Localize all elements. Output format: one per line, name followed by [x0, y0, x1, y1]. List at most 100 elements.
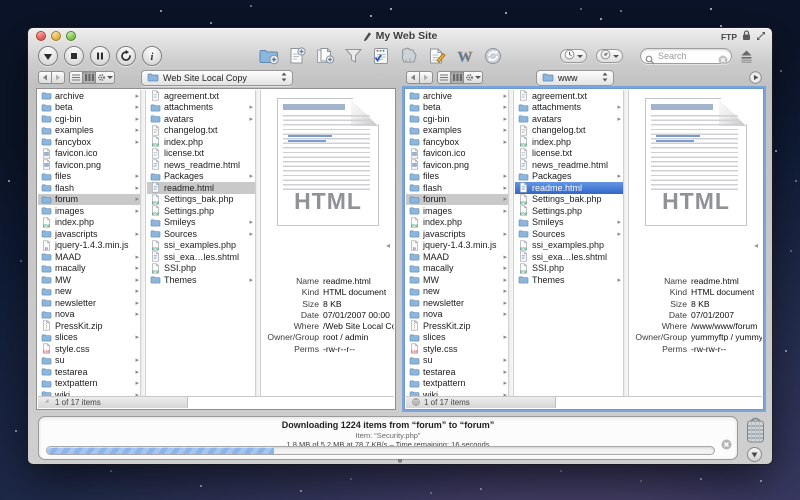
- file-row-flash[interactable]: flash▸: [406, 182, 509, 194]
- file-row-forum[interactable]: forum▸: [38, 194, 141, 206]
- file-row-textpattern[interactable]: textpattern▸: [38, 378, 141, 390]
- file-row-sources[interactable]: Sources▸: [515, 228, 623, 240]
- play-button[interactable]: [749, 71, 762, 89]
- file-row-mw[interactable]: MW▸: [38, 274, 141, 286]
- queue-basket-icon[interactable]: [745, 417, 766, 449]
- action-menu-button[interactable]: [463, 71, 483, 84]
- column-view-button[interactable]: [450, 71, 464, 84]
- column-scrollbar[interactable]: [140, 90, 146, 396]
- back-button[interactable]: [38, 71, 52, 84]
- file-row-presskit-zip[interactable]: PressKit.zip: [38, 320, 141, 332]
- file-row-index-php[interactable]: phpindex.php: [406, 217, 509, 229]
- file-row-newsletter[interactable]: newsletter▸: [38, 297, 141, 309]
- cancel-transfer-button[interactable]: [721, 437, 732, 455]
- file-row-newsletter[interactable]: newsletter▸: [406, 297, 509, 309]
- filter-icon[interactable]: [341, 46, 364, 66]
- file-row-fancybox[interactable]: fancybox▸: [406, 136, 509, 148]
- action-menu-button[interactable]: [95, 71, 115, 84]
- sync-icon[interactable]: [481, 46, 504, 66]
- file-row-nova[interactable]: nova▸: [38, 309, 141, 321]
- refresh-button[interactable]: [116, 46, 136, 66]
- file-row-packages[interactable]: Packages▸: [147, 171, 255, 183]
- file-row-files[interactable]: files▸: [406, 171, 509, 183]
- file-row-license-txt[interactable]: license.txt: [147, 148, 255, 160]
- toggle-queue-button[interactable]: [747, 447, 762, 462]
- file-row-smileys[interactable]: Smileys▸: [515, 217, 623, 229]
- file-row-changelog-txt[interactable]: changelog.txt: [515, 125, 623, 137]
- file-row-favicon-ico[interactable]: favicon.ico: [38, 148, 141, 160]
- collapse-column-icon[interactable]: ◂: [754, 240, 761, 252]
- file-row-testarea[interactable]: testarea▸: [406, 366, 509, 378]
- file-row-readme-html[interactable]: readme.html: [147, 182, 255, 194]
- file-row-themes[interactable]: Themes▸: [515, 274, 623, 286]
- file-row-maad[interactable]: MAAD▸: [38, 251, 141, 263]
- file-row-favicon-png[interactable]: favicon.png: [38, 159, 141, 171]
- file-row-testarea[interactable]: testarea▸: [38, 366, 141, 378]
- file-row-index-php[interactable]: phpindex.php: [38, 217, 141, 229]
- new-file-icon[interactable]: [285, 46, 308, 66]
- file-row-maad[interactable]: MAAD▸: [406, 251, 509, 263]
- file-row-javascripts[interactable]: javascripts▸: [38, 228, 141, 240]
- file-row-index-php[interactable]: phpindex.php: [147, 136, 255, 148]
- file-row-favicon-ico[interactable]: favicon.ico: [406, 148, 509, 160]
- titlebar[interactable]: My Web Site FTP: [28, 28, 772, 44]
- file-row-jquery-1-4-3-min-js[interactable]: jsjquery-1.4.3.min.js: [38, 240, 141, 252]
- file-row-changelog-txt[interactable]: changelog.txt: [147, 125, 255, 137]
- edit-file-icon[interactable]: [425, 46, 448, 66]
- back-button[interactable]: [406, 71, 420, 84]
- file-row-wiki[interactable]: wiki▸: [406, 389, 509, 396]
- file-row-files[interactable]: files▸: [38, 171, 141, 183]
- file-row-cgi-bin[interactable]: cgi-bin▸: [406, 113, 509, 125]
- tasks-icon[interactable]: [369, 46, 392, 66]
- file-row-new[interactable]: new▸: [38, 286, 141, 298]
- new-folder-icon[interactable]: [257, 46, 280, 66]
- file-row-avatars[interactable]: avatars▸: [515, 113, 623, 125]
- file-row-beta[interactable]: beta▸: [38, 102, 141, 114]
- file-row-presskit-zip[interactable]: PressKit.zip: [406, 320, 509, 332]
- forward-button[interactable]: [419, 71, 433, 84]
- stop-button[interactable]: [64, 46, 84, 66]
- search-input[interactable]: [658, 50, 716, 62]
- window-resize-dimple[interactable]: [398, 459, 402, 463]
- file-row-favicon-png[interactable]: favicon.png: [406, 159, 509, 171]
- list-view-button[interactable]: [437, 71, 451, 84]
- file-row-attachments[interactable]: attachments▸: [515, 102, 623, 114]
- file-row-agreement-txt[interactable]: agreement.txt: [147, 90, 255, 102]
- file-row-slices[interactable]: slices▸: [38, 332, 141, 344]
- file-row-license-txt[interactable]: license.txt: [515, 148, 623, 160]
- file-row-settings-bak-php[interactable]: phpSettings_bak.php: [147, 194, 255, 206]
- file-row-images[interactable]: images▸: [406, 205, 509, 217]
- file-row-fancybox[interactable]: fancybox▸: [38, 136, 141, 148]
- file-row-ssi-examples-php[interactable]: phpssi_examples.php: [147, 240, 255, 252]
- download-button[interactable]: [38, 46, 58, 66]
- file-row-mw[interactable]: MW▸: [406, 274, 509, 286]
- file-row-macally[interactable]: macally▸: [406, 263, 509, 275]
- duplicate-file-icon[interactable]: [313, 46, 336, 66]
- collapse-column-icon[interactable]: ◂: [386, 240, 393, 252]
- file-row-avatars[interactable]: avatars▸: [147, 113, 255, 125]
- info-button[interactable]: i: [142, 46, 162, 66]
- file-row-textpattern[interactable]: textpattern▸: [406, 378, 509, 390]
- schedule-menu-button[interactable]: [596, 49, 623, 63]
- pause-button[interactable]: [90, 46, 110, 66]
- file-row-cgi-bin[interactable]: cgi-bin▸: [38, 113, 141, 125]
- bookmarks-icon[interactable]: WW: [453, 46, 476, 66]
- file-row-sources[interactable]: Sources▸: [147, 228, 255, 240]
- file-row-macally[interactable]: macally▸: [38, 263, 141, 275]
- file-row-agreement-txt[interactable]: agreement.txt: [515, 90, 623, 102]
- file-row-new[interactable]: new▸: [406, 286, 509, 298]
- resize-grip-icon[interactable]: [44, 398, 51, 407]
- file-row-forum[interactable]: forum▸: [406, 194, 509, 206]
- file-row-ssi-php[interactable]: phpSSI.php: [147, 263, 255, 275]
- file-row-themes[interactable]: Themes▸: [147, 274, 255, 286]
- file-row-smileys[interactable]: Smileys▸: [147, 217, 255, 229]
- file-row-settings-bak-php[interactable]: phpSettings_bak.php: [515, 194, 623, 206]
- file-row-attachments[interactable]: attachments▸: [147, 102, 255, 114]
- file-row-examples[interactable]: examples▸: [406, 125, 509, 137]
- column-view-button[interactable]: [82, 71, 96, 84]
- file-row-ssi-exa-les-shtml[interactable]: ssi_exa…les.shtml: [515, 251, 623, 263]
- file-row-examples[interactable]: examples▸: [38, 125, 141, 137]
- file-row-ssi-php[interactable]: phpSSI.php: [515, 263, 623, 275]
- file-row-settings-php[interactable]: phpSettings.php: [147, 205, 255, 217]
- fullscreen-icon[interactable]: [756, 31, 766, 43]
